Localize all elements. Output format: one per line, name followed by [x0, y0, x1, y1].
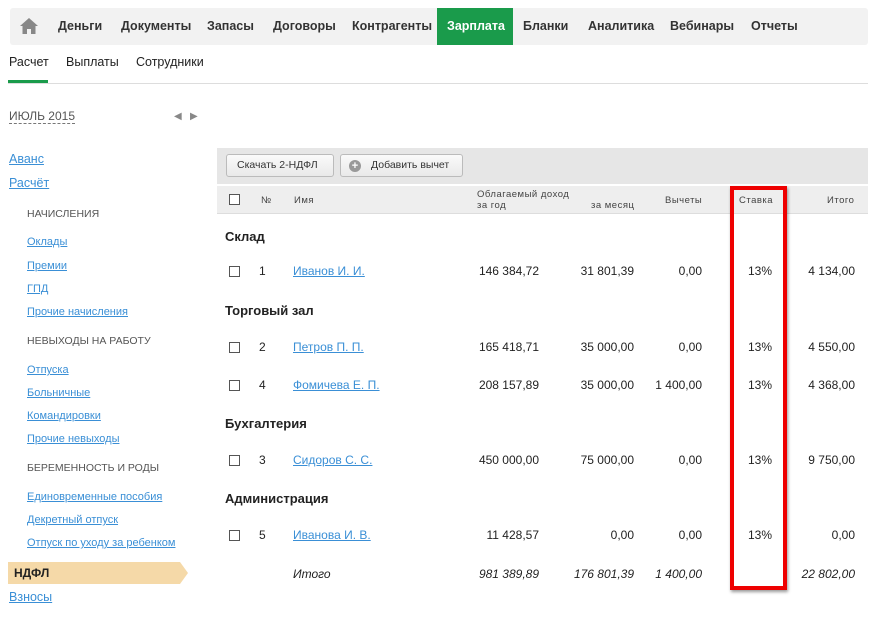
- employee-link[interactable]: Сидоров С. С.: [293, 453, 372, 467]
- group-header: Администрация: [225, 491, 329, 506]
- employee-link[interactable]: Петров П. П.: [293, 340, 364, 354]
- sidebar-lump-sum-benefits[interactable]: Единовременные пособия: [27, 491, 162, 503]
- sidebar-business-trips[interactable]: Командировки: [27, 410, 101, 422]
- sidebar-gpd[interactable]: ГПД: [27, 283, 48, 295]
- row-income-year: 146 384,72: [478, 264, 539, 278]
- add-deduction-label: Добавить вычет: [371, 159, 450, 171]
- row-num: 1: [259, 264, 266, 278]
- totals-year: 981 389,89: [478, 567, 539, 581]
- row-income-year: 450 000,00: [478, 453, 539, 467]
- subtab-calculation[interactable]: Расчет: [9, 55, 49, 69]
- row-checkbox[interactable]: [229, 455, 240, 466]
- row-income-month: 0,00: [610, 528, 634, 542]
- select-all-checkbox[interactable]: [229, 194, 240, 205]
- row-deductions[interactable]: 0,00: [622, 340, 702, 354]
- active-subtab-indicator: [8, 80, 48, 83]
- group-header: Бухгалтерия: [225, 416, 307, 431]
- add-deduction-button[interactable]: + Добавить вычет: [340, 154, 463, 177]
- row-total: 4 134,00: [808, 264, 855, 278]
- next-period-icon[interactable]: ▶: [190, 111, 198, 122]
- row-deductions[interactable]: 0,00: [622, 264, 702, 278]
- row-deductions[interactable]: 0,00: [622, 528, 702, 542]
- nav-forms[interactable]: Бланки: [513, 8, 578, 45]
- row-total: 4 550,00: [808, 340, 855, 354]
- header-total: Итого: [827, 195, 855, 206]
- employee-link[interactable]: Фомичева Е. П.: [293, 378, 380, 392]
- header-deductions: Вычеты: [665, 195, 703, 206]
- header-income-year-1: Облагаемый доход: [477, 189, 570, 200]
- row-num: 3: [259, 453, 266, 467]
- group-header: Торговый зал: [225, 303, 314, 318]
- sidebar-contributions[interactable]: Взносы: [9, 590, 52, 604]
- totals-deductions: 1 400,00: [655, 567, 702, 581]
- nav-documents[interactable]: Документы: [111, 8, 201, 45]
- row-deductions[interactable]: 0,00: [622, 453, 702, 467]
- section-pregnancy: БЕРЕМЕННОСТЬ И РОДЫ: [27, 462, 160, 474]
- nav-webinars[interactable]: Вебинары: [660, 8, 744, 45]
- section-absences: НЕВЫХОДЫ НА РАБОТУ: [27, 335, 151, 347]
- header-income-month: за месяц: [591, 200, 635, 211]
- plus-circle-icon: +: [349, 160, 361, 172]
- sidebar-sick-leaves[interactable]: Больничные: [27, 387, 90, 399]
- row-checkbox[interactable]: [229, 342, 240, 353]
- section-accruals: НАЧИСЛЕНИЯ: [27, 208, 100, 220]
- download-2ndfl-button[interactable]: Скачать 2-НДФЛ: [226, 154, 334, 177]
- row-checkbox[interactable]: [229, 380, 240, 391]
- row-income-year: 208 157,89: [478, 378, 539, 392]
- nav-stock[interactable]: Запасы: [197, 8, 264, 45]
- totals-total: 22 802,00: [801, 567, 855, 581]
- nav-money[interactable]: Деньги: [48, 8, 112, 45]
- row-income-month: 75 000,00: [580, 453, 634, 467]
- sidebar-vacations[interactable]: Отпуска: [27, 364, 69, 376]
- header-income-year-2: за год: [477, 200, 507, 211]
- row-deductions[interactable]: 1 400,00: [622, 378, 702, 392]
- row-num: 5: [259, 528, 266, 542]
- sidebar-advance[interactable]: Аванс: [9, 152, 44, 166]
- rate-column-highlight: [730, 186, 787, 590]
- employee-link[interactable]: Иванов И. И.: [293, 264, 365, 278]
- sidebar-other-absences[interactable]: Прочие невыходы: [27, 433, 119, 445]
- sidebar-salaries[interactable]: Оклады: [27, 236, 67, 248]
- totals-label: Итого: [293, 567, 331, 581]
- row-total: 0,00: [831, 528, 855, 542]
- subnav-divider: [8, 83, 868, 84]
- row-num: 4: [259, 378, 266, 392]
- sidebar-maternity-leave[interactable]: Декретный отпуск: [27, 514, 118, 526]
- row-income-year: 11 428,57: [486, 528, 540, 542]
- header-num: №: [261, 195, 272, 206]
- nav-contracts[interactable]: Договоры: [263, 8, 346, 45]
- nav-contractors[interactable]: Контрагенты: [342, 8, 442, 45]
- totals-month: 176 801,39: [573, 567, 634, 581]
- header-name[interactable]: Имя: [294, 195, 314, 206]
- subtab-payments[interactable]: Выплаты: [66, 55, 119, 69]
- row-num: 2: [259, 340, 266, 354]
- sidebar-bonuses[interactable]: Премии: [27, 260, 67, 272]
- row-total: 9 750,00: [808, 453, 855, 467]
- employee-link[interactable]: Иванова И. В.: [293, 528, 371, 542]
- row-total: 4 368,00: [808, 378, 855, 392]
- sidebar-calculation[interactable]: Расчёт: [9, 176, 49, 190]
- nav-reports[interactable]: Отчеты: [741, 8, 808, 45]
- top-navigation: Деньги Документы Запасы Договоры Контраг…: [10, 8, 868, 45]
- row-income-month: 31 801,39: [580, 264, 634, 278]
- row-income-month: 35 000,00: [580, 340, 634, 354]
- sidebar-ndfl-active[interactable]: НДФЛ: [8, 562, 188, 584]
- home-icon[interactable]: [20, 18, 38, 34]
- sidebar-other-accruals[interactable]: Прочие начисления: [27, 306, 128, 318]
- sidebar-childcare-leave[interactable]: Отпуск по уходу за ребенком: [27, 537, 175, 549]
- row-checkbox[interactable]: [229, 530, 240, 541]
- period-selector[interactable]: ИЮЛЬ 2015: [9, 109, 75, 124]
- nav-salary[interactable]: Зарплата: [437, 8, 513, 45]
- row-income-year: 165 418,71: [478, 340, 539, 354]
- table-toolbar: Скачать 2-НДФЛ + Добавить вычет: [217, 148, 868, 184]
- row-income-month: 35 000,00: [580, 378, 634, 392]
- row-checkbox[interactable]: [229, 266, 240, 277]
- prev-period-icon[interactable]: ◀: [174, 111, 182, 122]
- nav-analytics[interactable]: Аналитика: [578, 8, 664, 45]
- subtab-employees[interactable]: Сотрудники: [136, 55, 204, 69]
- group-header: Склад: [225, 229, 265, 244]
